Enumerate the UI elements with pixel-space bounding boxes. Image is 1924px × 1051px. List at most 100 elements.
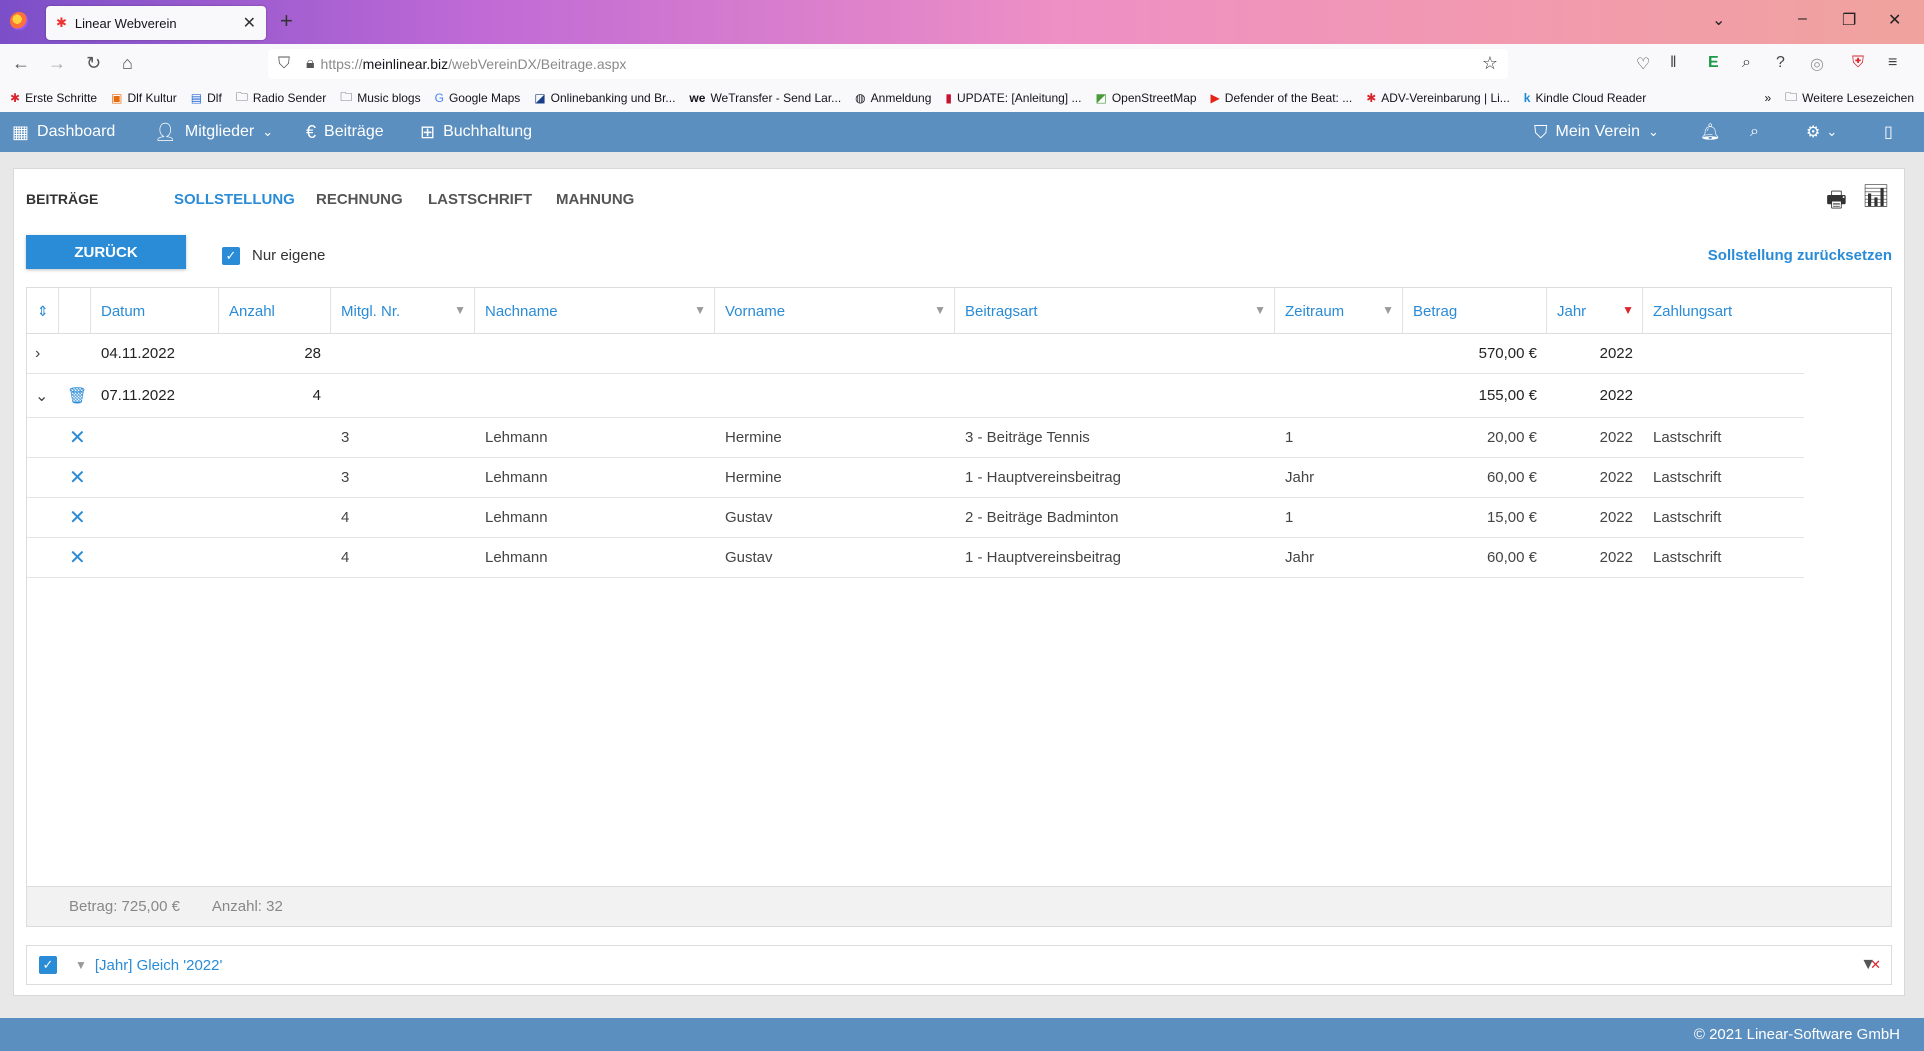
help-extension-icon[interactable]: ?: [1776, 54, 1785, 72]
gear-icon[interactable]: ⚙ ⌄: [1806, 112, 1837, 152]
filter-icon[interactable]: ▼: [934, 303, 946, 317]
statistics-icon[interactable]: 📊︎: [1862, 183, 1890, 209]
bookmark-item[interactable]: ▤ Dlf: [191, 91, 222, 105]
filter-icon[interactable]: ▼: [1382, 303, 1394, 317]
filter-enabled-checkbox[interactable]: ✓: [39, 956, 57, 974]
own-only-checkbox[interactable]: ✓: [222, 247, 240, 265]
bookmark-item[interactable]: k Kindle Cloud Reader: [1524, 91, 1646, 105]
bookmark-item[interactable]: ◍ Anmeldung: [855, 91, 931, 105]
tab-list-icon[interactable]: ⌄: [1712, 10, 1725, 30]
menu-icon[interactable]: ≡: [1888, 54, 1897, 72]
chevron-down-icon[interactable]: ⌄: [35, 374, 48, 417]
pocket-icon[interactable]: ♡: [1636, 54, 1650, 74]
minimize-icon[interactable]: –: [1798, 10, 1807, 28]
bookmark-star-icon[interactable]: ☆: [1482, 53, 1498, 74]
bookmark-folder[interactable]: 🗀︎ Radio Sender: [236, 88, 326, 109]
bell-icon[interactable]: 🔔︎: [1700, 112, 1720, 152]
column-nachname[interactable]: Nachname ▼: [475, 288, 715, 334]
column-beitragsart[interactable]: Beitragsart ▼: [955, 288, 1275, 334]
tab-lastschrift[interactable]: LASTSCHRIFT: [428, 191, 532, 208]
tab-sollstellung[interactable]: SOLLSTELLUNG: [174, 191, 295, 208]
close-tab-icon[interactable]: ✕: [243, 13, 256, 33]
nav-mein-verein[interactable]: ⛉ Mein Verein ⌄: [1534, 112, 1659, 152]
table-row[interactable]: ✕ 3 Lehmann Hermine 3 - Beiträge Tennis …: [27, 418, 1804, 458]
remove-icon[interactable]: ✕: [69, 418, 86, 457]
remove-icon[interactable]: ✕: [69, 498, 86, 537]
tab-rechnung[interactable]: RECHNUNG: [316, 191, 403, 208]
column-zahlungsart[interactable]: Zahlungsart: [1643, 288, 1891, 334]
reload-icon[interactable]: ↻: [86, 53, 101, 74]
trash-icon[interactable]: 🗑︎: [67, 374, 87, 417]
nav-dashboard[interactable]: ▦ Dashboard: [12, 112, 115, 152]
folder-icon: 🗀︎: [235, 89, 248, 104]
cell-nr: 3: [341, 429, 350, 446]
wetransfer-icon: we: [689, 91, 706, 105]
reset-sollstellung-link[interactable]: Sollstellung zurücksetzen: [1708, 247, 1892, 264]
column-chooser-icon[interactable]: ⇕: [27, 288, 59, 334]
new-tab-icon[interactable]: +: [280, 8, 293, 34]
bookmark-item[interactable]: ▶ Defender of the Beat: ...: [1211, 91, 1353, 105]
column-vorname[interactable]: Vorname ▼: [715, 288, 955, 334]
extension-e-icon[interactable]: E: [1708, 54, 1719, 72]
cell-zeitraum: Jahr: [1285, 469, 1315, 486]
back-button[interactable]: ZURÜCK: [26, 235, 186, 269]
group-row[interactable]: ⌄ 🗑︎ 07.11.2022 4 155,00 € 2022: [27, 374, 1804, 418]
bookmark-item[interactable]: ✱ ADV-Vereinbarung | Li...: [1366, 91, 1510, 105]
firefox-logo-icon: [10, 12, 28, 30]
nav-buchhaltung[interactable]: ⊞ Buchhaltung: [420, 112, 532, 152]
table-row[interactable]: ✕ 4 Lehmann Gustav 1 - Hauptvereinsbeitr…: [27, 538, 1804, 578]
filter-expression[interactable]: [Jahr] Gleich '2022': [95, 957, 222, 974]
privacy-extension-icon[interactable]: ◎: [1810, 54, 1824, 74]
library-icon[interactable]: ‖: [1670, 54, 1677, 72]
table-row[interactable]: ✕ 3 Lehmann Hermine 1 - Hauptvereinsbeit…: [27, 458, 1804, 498]
bookmark-favicon-icon: ▤: [190, 91, 203, 105]
home-icon[interactable]: ⌂: [122, 53, 133, 74]
filter-icon[interactable]: ▼: [694, 303, 706, 317]
group-row[interactable]: › 04.11.2022 28 570,00 € 2022: [27, 334, 1804, 374]
bookmarks-more[interactable]: » 🗀︎ Weitere Lesezeichen: [1764, 84, 1914, 112]
chevron-right-icon[interactable]: ›: [35, 334, 40, 373]
bookmark-item[interactable]: we WeTransfer - Send Lar...: [689, 91, 841, 105]
zoom-extension-icon[interactable]: ⌕: [1742, 54, 1751, 72]
club-badge-icon: ⛉: [1534, 121, 1548, 142]
lock-icon[interactable]: 🔒︎: [306, 55, 315, 73]
print-icon[interactable]: 🖶︎: [1826, 183, 1847, 221]
euro-icon: €: [306, 121, 317, 142]
table-row[interactable]: ✕ 4 Lehmann Gustav 2 - Beiträge Badminto…: [27, 498, 1804, 538]
column-zeitraum[interactable]: Zeitraum ▼: [1275, 288, 1403, 334]
restore-icon[interactable]: ❐: [1842, 10, 1856, 30]
remove-icon[interactable]: ✕: [69, 538, 86, 577]
url-prefix: https://: [320, 56, 363, 72]
chevron-double-right-icon[interactable]: »: [1764, 91, 1771, 105]
bookmark-folder[interactable]: 🗀︎ Music blogs: [340, 88, 420, 109]
search-icon[interactable]: ⌕: [1750, 112, 1759, 152]
bookmark-item[interactable]: G Google Maps: [435, 91, 521, 105]
bookmark-item[interactable]: ✱ Erste Schritte: [10, 91, 97, 105]
filter-icon[interactable]: ▼: [1254, 303, 1266, 317]
address-bar[interactable]: ⛉ 🔒︎ https:// meinlinear.biz /webVereinD…: [268, 49, 1508, 79]
column-datum[interactable]: Datum: [91, 288, 219, 334]
column-mitglnr[interactable]: Mitgl. Nr. ▼: [331, 288, 475, 334]
column-betrag[interactable]: Betrag: [1403, 288, 1547, 334]
nav-beitraege[interactable]: € Beiträge: [306, 112, 384, 152]
ublock-icon[interactable]: ⛨: [1852, 54, 1864, 72]
remove-icon[interactable]: ✕: [69, 458, 86, 497]
bookmark-item[interactable]: ◪ Onlinebanking und Br...: [534, 91, 675, 105]
bookmark-item[interactable]: ▮ UPDATE: [Anleitung] ...: [945, 91, 1081, 105]
close-window-icon[interactable]: ✕: [1888, 10, 1901, 30]
nav-mitglieder[interactable]: 👤︎ Mitglieder ⌄: [154, 112, 273, 152]
sidebar-toggle-icon[interactable]: ▯: [1884, 112, 1893, 152]
tab-mahnung[interactable]: MAHNUNG: [556, 191, 634, 208]
forward-arrow-icon[interactable]: →: [48, 53, 66, 74]
column-jahr[interactable]: Jahr ▼: [1547, 288, 1643, 334]
back-arrow-icon[interactable]: ←: [12, 53, 30, 74]
clear-filter-icon[interactable]: ▼✕: [1860, 956, 1881, 974]
browser-tab[interactable]: ✱ Linear Webverein ✕: [46, 6, 266, 40]
filter-active-icon[interactable]: ▼: [1622, 303, 1634, 317]
shield-icon[interactable]: ⛉: [278, 55, 290, 73]
bookmark-item[interactable]: ▣ Dlf Kultur: [111, 91, 177, 105]
bookmark-item[interactable]: ◩ OpenStreetMap: [1095, 91, 1196, 105]
filter-icon[interactable]: ▼: [454, 303, 466, 317]
column-anzahl[interactable]: Anzahl: [219, 288, 331, 334]
cell-nachname: Lehmann: [485, 549, 548, 566]
